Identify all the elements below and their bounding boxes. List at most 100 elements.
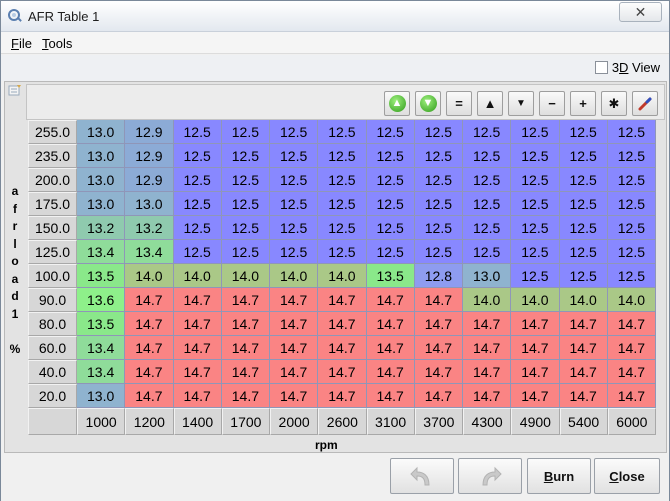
- table-cell[interactable]: 12.5: [366, 144, 415, 168]
- row-header[interactable]: 40.0: [28, 360, 77, 384]
- table-cell[interactable]: 14.7: [318, 312, 367, 336]
- table-cell[interactable]: 12.9: [125, 120, 174, 144]
- table-cell[interactable]: 12.5: [318, 144, 367, 168]
- row-header[interactable]: 150.0: [28, 216, 77, 240]
- table-cell[interactable]: 12.5: [559, 120, 608, 144]
- table-cell[interactable]: 12.5: [511, 144, 560, 168]
- table-cell[interactable]: 14.0: [173, 264, 222, 288]
- table-cell[interactable]: 12.5: [511, 120, 560, 144]
- table-cell[interactable]: 12.5: [607, 168, 656, 192]
- row-header[interactable]: 125.0: [28, 240, 77, 264]
- table-cell[interactable]: 14.7: [511, 360, 560, 384]
- table-cell[interactable]: 12.5: [607, 240, 656, 264]
- table-cell[interactable]: 14.0: [125, 264, 174, 288]
- column-header[interactable]: 2000: [270, 408, 319, 435]
- table-cell[interactable]: 12.5: [366, 120, 415, 144]
- table-cell[interactable]: 14.7: [366, 336, 415, 360]
- table-cell[interactable]: 12.5: [559, 240, 608, 264]
- table-cell[interactable]: 12.5: [463, 240, 512, 264]
- table-cell[interactable]: 14.7: [511, 384, 560, 408]
- window-close-button[interactable]: ✕: [619, 2, 662, 22]
- table-cell[interactable]: 12.5: [173, 216, 222, 240]
- table-cell[interactable]: 14.7: [270, 336, 319, 360]
- table-cell[interactable]: 12.5: [607, 144, 656, 168]
- table-cell[interactable]: 14.7: [607, 312, 656, 336]
- table-cell[interactable]: 12.5: [463, 120, 512, 144]
- table-cell[interactable]: 13.0: [125, 192, 174, 216]
- table-cell[interactable]: 12.5: [511, 264, 560, 288]
- table-cell[interactable]: 13.0: [77, 192, 126, 216]
- table-cell[interactable]: 12.5: [414, 240, 463, 264]
- table-cell[interactable]: 14.7: [463, 384, 512, 408]
- table-cell[interactable]: 13.4: [77, 240, 126, 264]
- table-cell[interactable]: 14.7: [318, 336, 367, 360]
- table-cell[interactable]: 12.5: [366, 168, 415, 192]
- row-header[interactable]: 200.0: [28, 168, 77, 192]
- view-3d-checkbox[interactable]: [594, 61, 608, 74]
- table-cell[interactable]: 14.7: [125, 384, 174, 408]
- table-cell[interactable]: 12.5: [318, 168, 367, 192]
- table-cell[interactable]: 14.0: [463, 288, 512, 312]
- table-cell[interactable]: 12.5: [414, 144, 463, 168]
- table-cell[interactable]: 14.7: [125, 336, 174, 360]
- table-cell[interactable]: 14.7: [463, 360, 512, 384]
- table-cell[interactable]: 12.5: [559, 144, 608, 168]
- table-cell[interactable]: 12.9: [125, 144, 174, 168]
- table-cell[interactable]: 12.5: [173, 240, 222, 264]
- table-cell[interactable]: 14.7: [414, 336, 463, 360]
- table-cell[interactable]: 12.5: [366, 240, 415, 264]
- column-header[interactable]: 1700: [221, 408, 270, 435]
- decrease-button[interactable]: ▼: [508, 91, 534, 116]
- table-cell[interactable]: 12.5: [221, 144, 270, 168]
- table-cell[interactable]: 12.5: [366, 216, 415, 240]
- column-header[interactable]: 6000: [607, 408, 656, 435]
- table-cell[interactable]: 12.5: [559, 216, 608, 240]
- table-cell[interactable]: 12.5: [270, 192, 319, 216]
- table-cell[interactable]: 14.7: [607, 384, 656, 408]
- redo-button[interactable]: [458, 458, 522, 494]
- table-cell[interactable]: 14.7: [414, 288, 463, 312]
- table-cell[interactable]: 12.5: [221, 168, 270, 192]
- table-cell[interactable]: 13.6: [77, 288, 126, 312]
- table-cell[interactable]: 14.7: [173, 288, 222, 312]
- table-cell[interactable]: 14.7: [221, 360, 270, 384]
- table-cell[interactable]: 13.4: [125, 240, 174, 264]
- table-cell[interactable]: 14.7: [607, 336, 656, 360]
- row-header[interactable]: 175.0: [28, 192, 77, 216]
- table-cell[interactable]: 14.7: [125, 312, 174, 336]
- table-cell[interactable]: 14.7: [318, 288, 367, 312]
- table-cell[interactable]: 13.0: [77, 384, 126, 408]
- table-cell[interactable]: 12.5: [463, 192, 512, 216]
- column-header[interactable]: 1000: [77, 408, 126, 435]
- table-cell[interactable]: 12.5: [173, 168, 222, 192]
- table-cell[interactable]: 14.7: [173, 360, 222, 384]
- table-cell[interactable]: 14.7: [270, 360, 319, 384]
- view-3d-toggle[interactable]: 3D View: [594, 60, 660, 75]
- multiply-button[interactable]: ✱: [601, 91, 627, 116]
- table-cell[interactable]: 14.7: [414, 384, 463, 408]
- table-cell[interactable]: 12.5: [414, 168, 463, 192]
- increase-button[interactable]: ▲: [477, 91, 503, 116]
- table-cell[interactable]: 12.5: [173, 192, 222, 216]
- table-cell[interactable]: 12.5: [607, 192, 656, 216]
- table-cell[interactable]: 14.7: [559, 336, 608, 360]
- decrement-button[interactable]: ▼: [415, 91, 441, 116]
- table-cell[interactable]: 12.5: [221, 240, 270, 264]
- column-header[interactable]: 4900: [511, 408, 560, 435]
- table-cell[interactable]: 13.4: [77, 360, 126, 384]
- table-cell[interactable]: 14.7: [318, 360, 367, 384]
- table-cell[interactable]: 14.7: [559, 360, 608, 384]
- table-cell[interactable]: 14.7: [366, 312, 415, 336]
- table-cell[interactable]: 12.5: [318, 120, 367, 144]
- table-cell[interactable]: 14.7: [511, 312, 560, 336]
- column-header[interactable]: 3700: [414, 408, 463, 435]
- table-cell[interactable]: 14.7: [270, 384, 319, 408]
- table-cell[interactable]: 14.0: [511, 288, 560, 312]
- table-cell[interactable]: 14.7: [414, 360, 463, 384]
- table-cell[interactable]: 14.7: [221, 288, 270, 312]
- table-cell[interactable]: 12.5: [173, 120, 222, 144]
- row-header[interactable]: 255.0: [28, 120, 77, 144]
- table-cell[interactable]: 12.5: [463, 144, 512, 168]
- table-cell[interactable]: 12.5: [318, 240, 367, 264]
- table-cell[interactable]: 14.7: [173, 312, 222, 336]
